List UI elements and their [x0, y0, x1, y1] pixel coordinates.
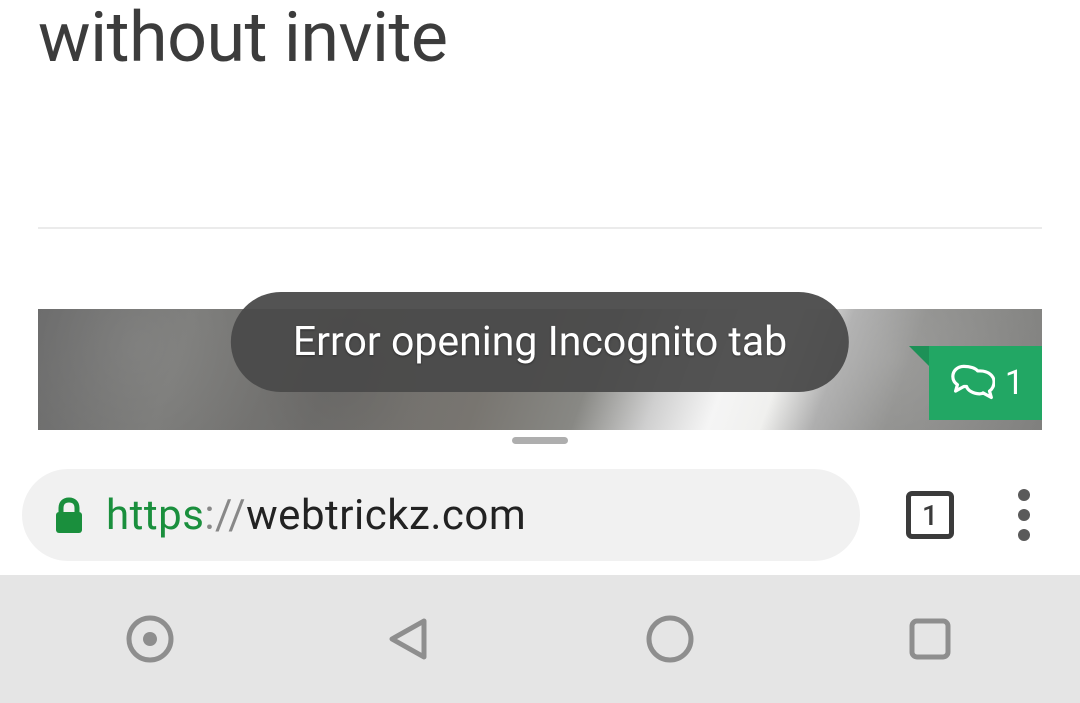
- home-button[interactable]: [610, 599, 730, 679]
- comment-badge[interactable]: 1: [929, 346, 1042, 420]
- circle-icon: [645, 614, 695, 664]
- browser-toolbar: https :// webtrickz.com 1: [0, 455, 1080, 575]
- url-host: webtrickz.com: [246, 491, 526, 540]
- toast-message: Error opening Incognito tab: [231, 292, 849, 392]
- back-button[interactable]: [350, 599, 470, 679]
- section-divider: [38, 227, 1042, 229]
- tab-switcher-button[interactable]: 1: [902, 487, 958, 543]
- recents-button[interactable]: [870, 599, 990, 679]
- screenshot-button[interactable]: [90, 599, 210, 679]
- address-bar[interactable]: https :// webtrickz.com: [22, 469, 860, 561]
- overflow-menu-button[interactable]: [996, 487, 1052, 543]
- chat-icon: [951, 362, 995, 404]
- lock-icon: [54, 497, 82, 533]
- page-content: without invite 1 Error opening Incognito…: [0, 0, 1080, 430]
- page-title: without invite: [38, 0, 1042, 77]
- square-icon: [906, 615, 954, 663]
- more-vertical-icon: [1018, 489, 1030, 541]
- drag-handle[interactable]: [512, 437, 568, 444]
- system-nav-bar: [0, 575, 1080, 703]
- tab-count: 1: [906, 491, 954, 539]
- url-scheme: https: [106, 491, 204, 540]
- url-text: https :// webtrickz.com: [106, 491, 526, 540]
- comment-count: 1: [1005, 363, 1024, 403]
- back-icon: [384, 613, 436, 665]
- record-icon: [125, 614, 175, 664]
- url-separator: ://: [204, 491, 246, 540]
